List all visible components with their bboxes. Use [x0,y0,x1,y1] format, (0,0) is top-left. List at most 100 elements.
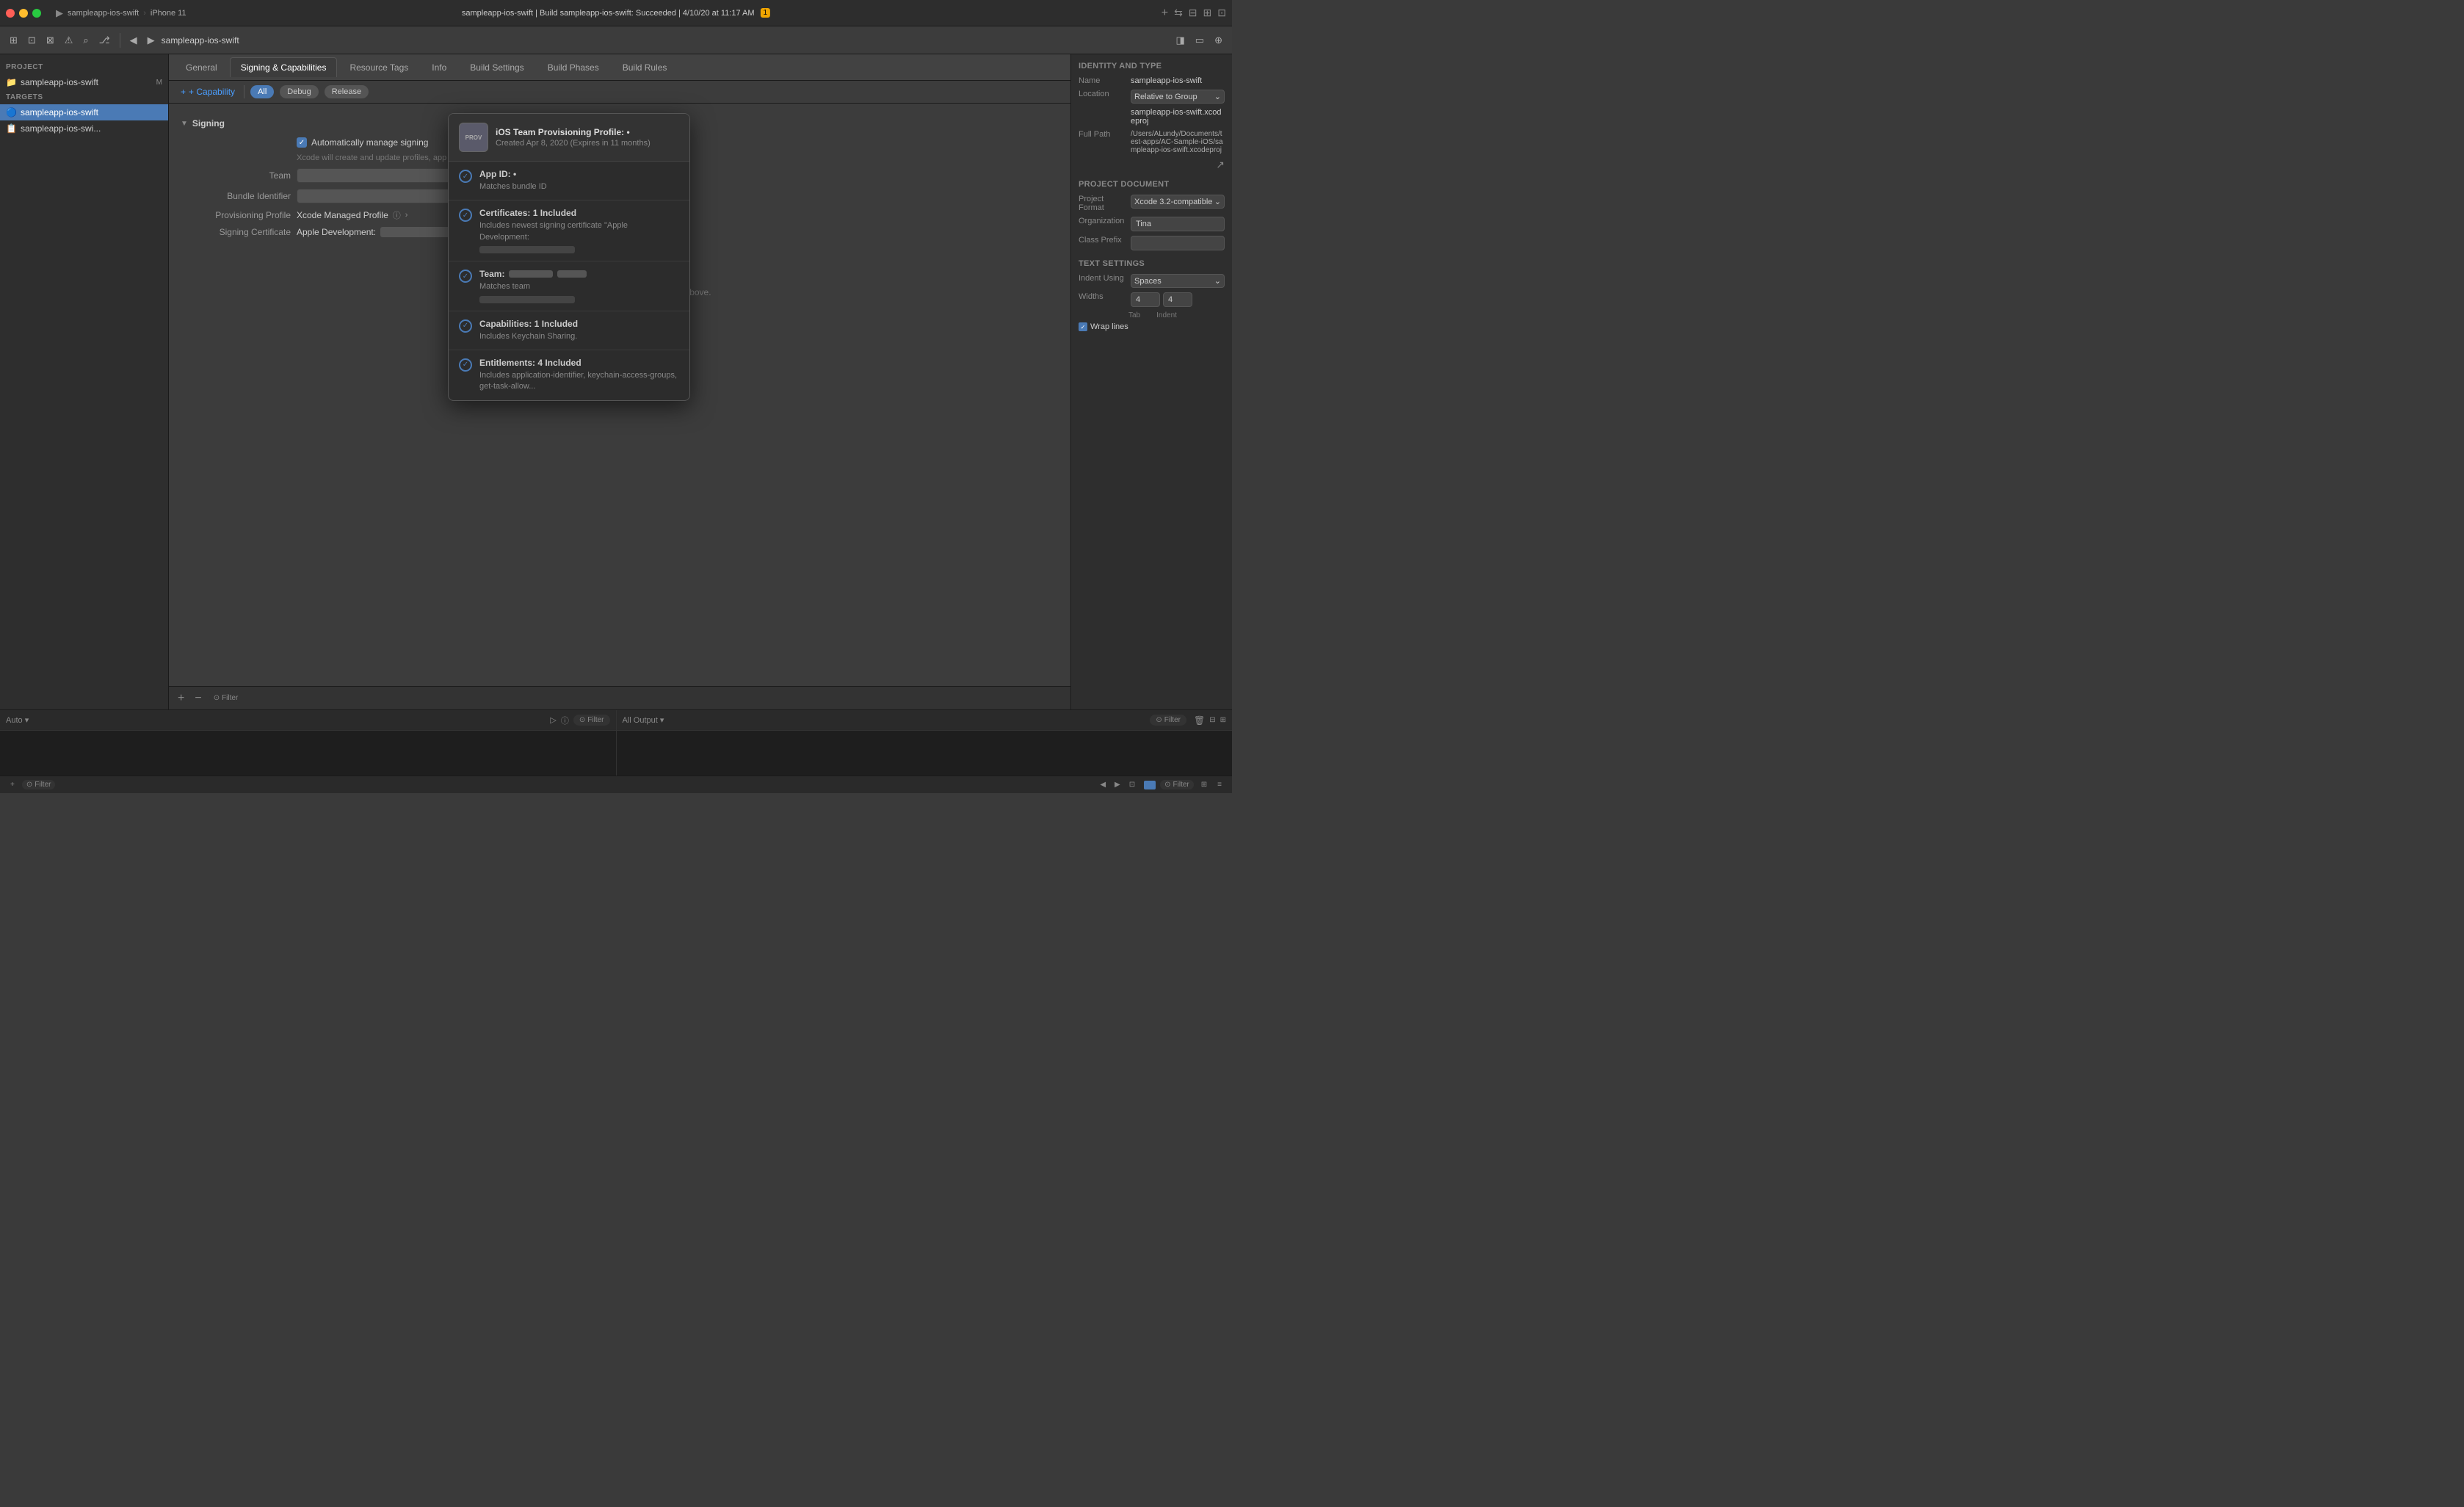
debug-info-btn[interactable]: ⓘ [561,715,569,726]
org-row: Organization [1079,217,1225,231]
provisioning-chevron-icon[interactable]: › [405,211,408,220]
traffic-lights[interactable] [6,9,41,18]
remove-item-btn[interactable]: − [192,690,204,706]
sidebar-item-target1[interactable]: 🔵 sampleapp-ios-swift [0,104,168,120]
debug-filter-left[interactable]: ⊙ Filter [573,715,610,726]
status-back-btn[interactable]: ◀ [1097,780,1109,789]
debug-left: Auto ▾ ▷ ⓘ ⊙ Filter [0,710,617,776]
panel2-btn[interactable]: ⊞ [1203,7,1212,19]
toolbar-search-btn[interactable]: ⌕ [79,32,92,48]
status-forward-btn[interactable]: ▶ [1112,780,1123,789]
toolbar-right-panel-btn[interactable]: ◨ [1173,32,1189,48]
status-left: + ⊙ Filter [7,780,1091,789]
tab-build-phases[interactable]: Build Phases [537,57,610,77]
sidebar-item-project[interactable]: 📁 sampleapp-ios-swift M [0,74,168,90]
org-input[interactable] [1131,217,1225,231]
bottom-filter[interactable]: ⊙ Filter [209,693,243,703]
certs-check-icon: ✓ [459,209,472,222]
indent-width-input[interactable] [1163,292,1192,307]
toolbar-grid-btn[interactable]: ⊞ [6,32,21,48]
status-grid-btn[interactable]: ⊞ [1198,780,1210,789]
tab-width-input[interactable] [1131,292,1160,307]
provisioning-label: Provisioning Profile [181,210,291,220]
indent-using-label: Indent Using [1079,274,1126,283]
toolbar-new-btn[interactable]: ⊡ [24,32,40,48]
status-list-btn[interactable]: ≡ [1214,780,1225,789]
appid-check-icon: ✓ [459,170,472,183]
popup-item-team: ✓ Team: Matches team [449,261,689,311]
tab-bar: General Signing & Capabilities Resource … [169,54,1070,81]
popup-header: PROV iOS Team Provisioning Profile: • Cr… [449,114,689,162]
indent-using-dropdown[interactable]: Spaces ⌄ [1131,274,1225,288]
status-filter-left[interactable]: ⊙ Filter [22,780,56,789]
debug-split-btn1[interactable]: ⊟ [1209,716,1215,724]
layout-btn[interactable]: ⇆ [1174,7,1183,19]
popup-item-certs: ✓ Certificates: 1 Included Includes newe… [449,200,689,261]
tab-indent-labels: Tab Indent [1128,311,1225,319]
format-dropdown[interactable]: Xcode 3.2-compatible ⌄ [1131,195,1225,209]
filter-icon-left: ⊙ [579,716,585,724]
add-item-btn[interactable]: + [175,690,187,706]
status-expand-btn[interactable]: ⊡ [1126,780,1138,789]
full-path-reveal-btn[interactable]: ↗ [1216,159,1225,171]
popup-entitlements-desc: Includes application-identifier, keychai… [479,370,679,393]
cap-filter-debug[interactable]: Debug [280,85,318,98]
popup-team-title: Team: [479,269,679,279]
close-button[interactable] [6,9,15,18]
tab-build-rules[interactable]: Build Rules [612,57,678,77]
team-check-icon: ✓ [459,270,472,283]
warning-badge: 1 [761,8,771,18]
format-chevron: ⌄ [1214,197,1221,206]
tab-build-settings[interactable]: Build Settings [459,57,535,77]
name-row: Name sampleapp-ios-swift [1079,76,1225,85]
tab-info[interactable]: Info [421,57,457,77]
toolbar-bottom-panel-btn[interactable]: ▭ [1192,32,1208,48]
toolbar-forward-btn[interactable]: ▶ [144,32,159,48]
auto-manage-checkbox[interactable]: ✓ [297,137,307,148]
path-short-row: sampleapp-ios-swift.xcodeproj [1079,108,1225,126]
toolbar-back-btn[interactable]: ◀ [126,32,141,48]
toolbar-folder-btn[interactable]: ⊠ [43,32,58,48]
run-btn[interactable]: ▶ [56,7,63,19]
popup-item-appid: ✓ App ID: • Matches bundle ID [449,162,689,200]
add-capability-btn[interactable]: + + Capability [178,85,238,98]
add-editor-btn[interactable]: + [1162,7,1168,20]
bundle-id-input[interactable] [297,189,458,203]
debug-play-btn[interactable]: ▷ [550,715,556,725]
cap-filter-release[interactable]: Release [325,85,369,98]
wrap-lines-checkbox[interactable]: ✓ [1079,322,1087,331]
sidebar-item-target2[interactable]: 📋 sampleapp-ios-swi... [0,120,168,137]
widths-inputs [1131,292,1225,307]
toolbar-warn-btn[interactable]: ⚠ [61,32,77,48]
tab-general[interactable]: General [175,57,228,77]
panel3-btn[interactable]: ⊡ [1217,7,1226,19]
minimize-button[interactable] [19,9,28,18]
debug-trash-btn[interactable]: 🗑 [1194,715,1205,726]
provisioning-info-icon[interactable]: ⓘ [393,209,401,221]
status-filter-icon: ⊙ [26,781,32,789]
team-bar [479,296,575,303]
toolbar-inspector-btn[interactable]: ⊕ [1211,32,1226,48]
full-path-value: /Users/ALundy/Documents/test-apps/AC-Sam… [1131,130,1225,154]
maximize-button[interactable] [32,9,41,18]
name-value[interactable]: sampleapp-ios-swift [1131,76,1225,85]
location-dropdown[interactable]: Relative to Group ⌄ [1131,90,1225,104]
tab-signing[interactable]: Signing & Capabilities [230,57,338,77]
status-filter-right[interactable]: ⊙ Filter [1160,780,1194,789]
panel-btn[interactable]: ⊟ [1189,7,1197,19]
team-input[interactable] [297,168,458,183]
class-prefix-input[interactable] [1131,236,1225,250]
debug-toolbar-left: Auto ▾ ▷ ⓘ ⊙ Filter [0,710,616,731]
cap-filter-all[interactable]: All [250,85,274,98]
toolbar-scm-btn[interactable]: ⎇ [95,32,114,48]
indent-chevron: ⌄ [1214,276,1221,286]
debug-split-btn2[interactable]: ⊞ [1220,716,1226,724]
debug-auto-label: Auto ▾ [6,715,546,725]
status-add-btn[interactable]: + [7,780,18,789]
signing-cert-text: Apple Development: [297,227,376,237]
debug-filter-right[interactable]: ⊙ Filter [1150,715,1186,726]
widths-label: Widths [1079,292,1126,301]
signing-collapse-icon[interactable]: ▼ [181,120,188,128]
full-path-row: Full Path /Users/ALundy/Documents/test-a… [1079,130,1225,154]
tab-resource-tags[interactable]: Resource Tags [338,57,419,77]
